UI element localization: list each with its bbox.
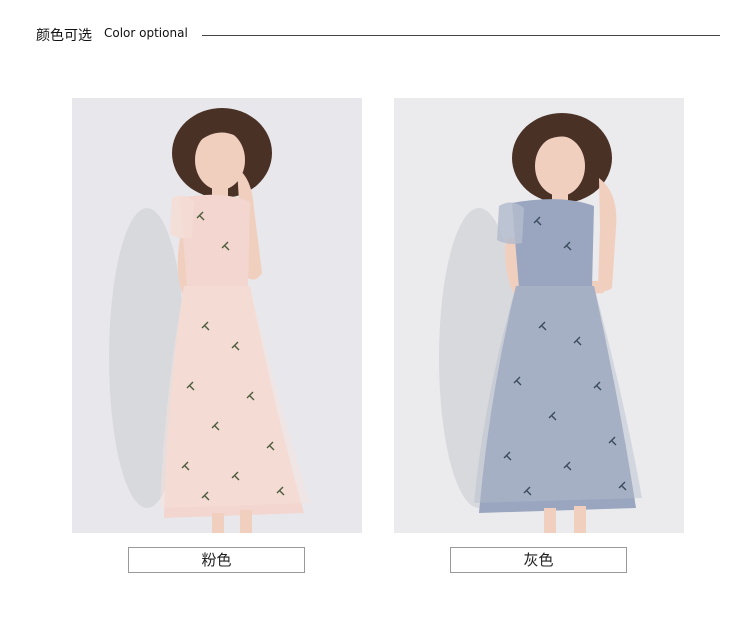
product-photo-gray[interactable] xyxy=(394,98,684,533)
header-title-cn: 颜色可选 xyxy=(36,28,92,44)
color-option-pink-label[interactable]: 粉色 xyxy=(128,547,305,573)
section-header: 颜色可选 Color optional xyxy=(36,25,720,45)
header-title-en: Color optional xyxy=(104,26,188,40)
header-divider xyxy=(202,35,720,36)
color-option-gray-label[interactable]: 灰色 xyxy=(450,547,627,573)
product-photo-pink[interactable] xyxy=(72,98,362,533)
